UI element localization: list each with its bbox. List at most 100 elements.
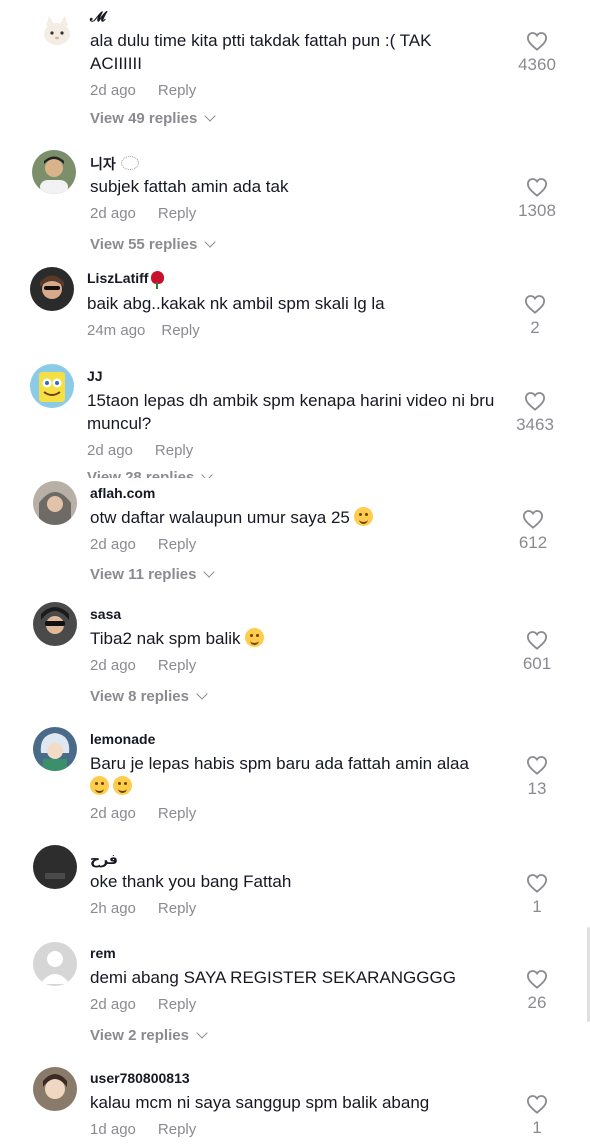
reply-button[interactable]: Reply [158,536,196,553]
comment-text-content: Tiba2 nak spm balik [90,629,241,648]
like-button[interactable]: 1 [507,873,567,917]
like-count: 13 [527,779,547,798]
reply-button[interactable]: Reply [161,322,199,339]
view-replies-button[interactable]: View 2 replies [90,1027,208,1044]
comment-username[interactable]: LiszLatiff [87,270,165,289]
avatar[interactable] [33,727,77,771]
avatar[interactable] [33,845,77,889]
comment-meta: 2d ago Reply [87,442,193,459]
comment-meta: 2d ago Reply [90,657,196,674]
comment-meta: 2d ago Reply [90,805,196,822]
avatar[interactable] [32,150,76,194]
comment-time: 2d ago [90,657,136,674]
view-replies-label: View 8 replies [90,688,189,705]
comment-meta: 2d ago Reply [90,205,196,222]
like-count: 612 [518,533,548,552]
heart-outline-icon [522,510,544,529]
like-button[interactable]: 2 [505,294,565,338]
comment-text: baik abg..kakak nk ambil spm skali lg la [87,294,385,313]
grinning-sweat-emoji [244,628,264,647]
view-replies-button[interactable]: View 8 replies [90,688,208,705]
like-button[interactable]: 26 [507,969,567,1013]
comment-text: demi abang SAYA REGISTER SEKARANGGGG [90,968,456,987]
reply-button[interactable]: Reply [158,996,196,1013]
heart-outline-icon [526,631,548,650]
comment-text: kalau mcm ni saya sanggup spm balik aban… [90,1093,430,1112]
comment-text: subjek fattah amin ada tak [90,177,289,196]
comment-time: 2d ago [90,805,136,822]
comment-time: 2d ago [90,82,136,99]
like-button[interactable]: 601 [507,630,567,674]
like-button[interactable]: 13 [507,755,567,799]
screenshot-seam [0,478,590,492]
avatar[interactable] [30,267,74,311]
reply-button[interactable]: Reply [158,1121,196,1138]
chevron-down-icon [196,1027,208,1039]
heart-outline-icon [526,874,548,893]
avatar[interactable] [33,1067,77,1111]
like-count: 1 [532,897,542,916]
avatar[interactable] [30,364,74,408]
comment-username-text: LiszLatiff [87,270,149,286]
reply-button[interactable]: Reply [158,205,196,222]
comment-username[interactable]: rem [90,945,116,961]
comment-text-content: otw daftar walaupun umur saya 25 [90,508,350,527]
comment-username-text: 니자 [90,156,116,172]
rose-icon [151,271,165,289]
comment-meta: 2h ago Reply [90,900,196,917]
view-replies-button[interactable]: View 49 replies [90,110,216,127]
like-count: 1308 [518,201,556,220]
avatar[interactable] [33,942,77,986]
comment-time: 2d ago [90,996,136,1013]
comment-username[interactable]: JJ [87,368,103,384]
reply-button[interactable]: Reply [158,657,196,674]
comment-time: 2d ago [90,205,136,222]
reply-button[interactable]: Reply [158,900,196,917]
heart-outline-icon [526,32,548,51]
like-button[interactable]: 1308 [507,177,567,221]
comment-text: oke thank you bang Fattah [90,872,292,891]
comment-time: 2h ago [90,900,136,917]
comment-meta: 1d ago Reply [90,1121,196,1138]
heart-outline-icon [526,970,548,989]
comment-text-content: Baru je lepas habis spm baru ada fattah … [90,754,469,773]
reply-button[interactable]: Reply [158,82,196,99]
view-replies-label: View 49 replies [90,110,198,127]
cloud-icon [120,156,139,170]
comment-text: ala dulu time kita ptti takdak fattah pu… [90,31,432,73]
like-count: 26 [527,993,547,1012]
like-button[interactable]: 1 [507,1094,567,1138]
comment-meta: 2d ago Reply [90,82,196,99]
like-count: 1 [532,1118,542,1137]
like-button[interactable]: 3463 [505,391,565,435]
smiling-face-hearts-emoji [353,507,373,526]
reply-button[interactable]: Reply [155,442,193,459]
heart-outline-icon [526,1095,548,1114]
view-replies-label: View 2 replies [90,1027,189,1044]
comment-username[interactable]: user780800813 [90,1070,190,1086]
comment-text: 15taon lepas dh ambik spm kenapa harini … [87,391,495,433]
comment-username[interactable]: 𝓜 [90,8,106,25]
avatar[interactable] [40,14,74,48]
comment-text: Baru je lepas habis spm baru ada fattah … [90,752,500,798]
reply-button[interactable]: Reply [158,805,196,822]
view-replies-label: View 11 replies [90,566,197,583]
comment-username[interactable]: فرح [90,851,118,868]
comment-username[interactable]: aflah.com [90,485,155,501]
relieved-face-emoji [113,776,132,795]
avatar[interactable] [33,602,77,646]
like-button[interactable]: 4360 [507,31,567,75]
avatar[interactable] [33,481,77,525]
comment-meta: 24m ago Reply [87,322,200,339]
view-replies-button[interactable]: View 55 replies [90,236,216,253]
comment-username[interactable]: sasa [90,606,121,622]
like-count: 601 [522,654,552,673]
comment-username[interactable]: lemonade [90,731,155,747]
view-replies-button[interactable]: View 11 replies [90,566,216,583]
like-count: 3463 [516,415,554,434]
comment-username[interactable]: 니자 [90,154,139,174]
like-count: 4360 [518,55,556,74]
comment-meta: 2d ago Reply [90,996,196,1013]
like-button[interactable]: 612 [503,509,563,553]
comment-time: 2d ago [90,536,136,553]
